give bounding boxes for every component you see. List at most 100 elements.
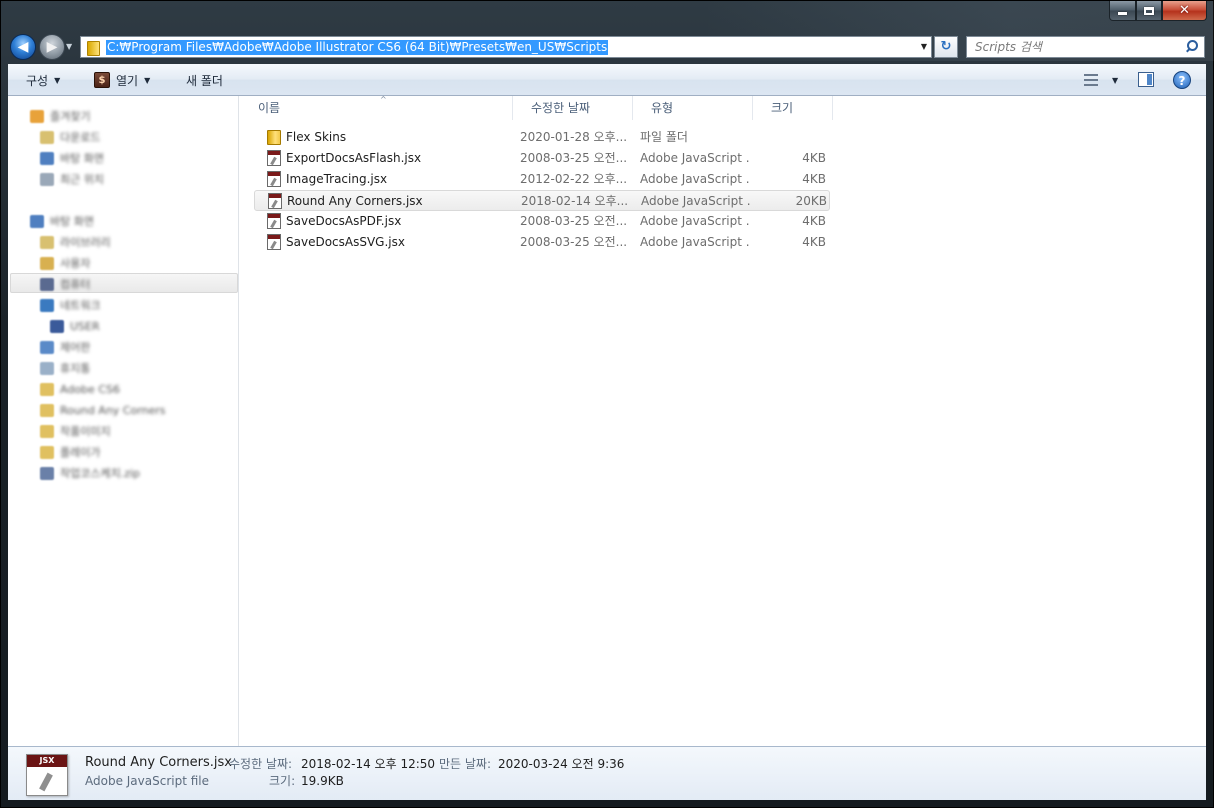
address-path[interactable]: C:₩Program Files₩Adobe₩Adobe Illustrator… [106,39,609,55]
sidebar-item-label: 네트워크 [60,299,101,312]
column-header-modified[interactable]: 수정한 날짜 [513,96,633,120]
folder-icon [267,130,281,145]
sidebar-item-label: 다운로드 [60,131,101,144]
sidebar-item-icon [40,361,54,375]
file-name: ImageTracing.jsx [286,172,388,186]
recent-locations-dropdown-icon[interactable]: ▼ [66,43,74,51]
maximize-button[interactable] [1136,1,1162,21]
details-modified-value: 2018-02-14 오후 12:50 [301,757,436,771]
file-row[interactable]: Flex Skins 2020-01-28 오후... 파일 폴더 [254,127,830,148]
sidebar-item[interactable]: Round Any Corners [40,400,166,420]
search-box[interactable] [966,36,1205,58]
forward-button[interactable]: ▶ [39,34,65,60]
sidebar-item-label: 바탕 화면 [50,215,94,228]
sidebar-item[interactable]: 바탕 화면 [40,148,104,168]
sidebar-item[interactable]: 작업코스케치.zip [40,463,140,483]
address-dropdown-icon[interactable]: ▼ [919,40,929,54]
sidebar-item-label: 바탕 화면 [60,152,104,165]
sidebar-item-label: USER [70,319,100,333]
open-app-icon: $ [94,72,110,88]
maximize-icon [1144,6,1154,15]
sidebar-item[interactable]: 사용자 [40,253,90,273]
forward-arrow-icon: ▶ [46,39,58,55]
main-area: 즐겨찾기 다운로드 바탕 화면 최근 위치 바탕 화면 라이브러리 사용자 컴퓨터 네트워크 US… [8,96,1206,746]
sidebar-item-label: 컴퓨터 [60,278,91,291]
sidebar-item[interactable]: Adobe CS6 [40,379,120,399]
file-name: SaveDocsAsSVG.jsx [286,235,405,249]
sidebar-item-icon [40,298,54,312]
jsx-file-icon [267,213,281,229]
script-pen-icon [39,772,53,792]
sidebar-item[interactable]: 최근 위치 [40,169,104,189]
column-header-size-label: 크기 [771,101,794,115]
details-pane: JSX Round Any Corners.jsx Adobe JavaScri… [8,746,1206,800]
close-button[interactable]: ✕ [1162,1,1207,21]
jsx-file-icon [267,234,281,250]
navigation-pane: 즐겨찾기 다운로드 바탕 화면 최근 위치 바탕 화면 라이브러리 사용자 컴퓨터 네트워크 US… [8,96,239,746]
file-row[interactable]: ExportDocsAsFlash.jsx 2008-03-25 오전... Ado… [254,148,830,169]
sidebar-item-label: 사용자 [60,257,91,270]
file-row[interactable]: ImageTracing.jsx 2012-02-22 오후... Adobe Ja… [254,169,830,190]
sidebar-item-icon [40,151,54,165]
chevron-down-icon: ▼ [144,75,151,85]
details-size-label: 크기: [269,774,296,788]
file-name: ExportDocsAsFlash.jsx [286,151,422,165]
sidebar-item-icon [40,235,54,249]
navigation-bar: ◀ ▶ ▼ C:₩Program Files₩Adobe₩Adobe Illus… [1,29,1214,65]
sidebar-item[interactable]: 휴지통 [40,358,90,378]
file-name: Round Any Corners.jsx [287,194,423,208]
search-icon[interactable] [1183,38,1201,56]
file-modified-date: 2008-03-25 오전... [520,235,628,249]
sidebar-item[interactable]: 네트워크 [40,295,100,315]
file-name: SaveDocsAsPDF.jsx [286,214,402,228]
sidebar-item[interactable]: USER [50,316,100,336]
minimize-button[interactable] [1109,1,1136,21]
file-row[interactable]: SaveDocsAsPDF.jsx 2008-03-25 오전... Adobe J… [254,211,830,232]
sidebar-item[interactable]: 컴퓨터 [40,274,90,294]
sidebar-item-icon [40,403,54,417]
sidebar-item-label: 휴지통 [60,362,91,375]
sidebar-item[interactable]: 라이브러리 [40,232,111,252]
file-type: 파일 폴더 [640,130,688,144]
address-bar[interactable]: C:₩Program Files₩Adobe₩Adobe Illustrator… [80,36,932,58]
column-header-name[interactable]: 이름 ^ [240,96,513,120]
details-created-value: 2020-03-24 오전 9:36 [498,757,625,771]
view-options-dropdown[interactable]: ▼ [1106,71,1118,89]
sidebar-item[interactable]: 바탕 화면 [30,211,94,231]
sidebar-item[interactable]: 제어판 [40,337,90,357]
file-type: Adobe JavaScript ... [641,194,751,208]
sidebar-item-label: 즐겨찾기 [50,110,91,123]
sidebar-item[interactable]: 다운로드 [40,127,100,147]
file-size: 4KB [802,172,826,186]
view-options-icon[interactable] [1084,73,1100,87]
search-input[interactable] [967,38,1183,56]
file-row[interactable]: Round Any Corners.jsx 2018-02-14 오후... Ado… [254,190,830,211]
sidebar-item[interactable]: 즐겨찾기 [30,106,90,126]
file-row[interactable]: SaveDocsAsSVG.jsx 2008-03-25 오전... Adobe J… [254,232,830,253]
organize-button[interactable]: 구성 ▼ [26,71,60,89]
preview-pane-icon[interactable] [1138,72,1154,87]
sidebar-item[interactable]: 플레이가 [40,442,100,462]
file-name: Flex Skins [286,130,347,144]
sidebar-item[interactable]: 작품이미지 [40,421,111,441]
help-icon[interactable]: ? [1173,71,1191,89]
file-modified-date: 2008-03-25 오전... [520,214,628,228]
sidebar-item-label: 제어판 [60,341,91,354]
sidebar-item-label: Adobe CS6 [60,382,120,396]
open-button[interactable]: $ 열기 ▼ [94,71,150,89]
sidebar-item-label: 작업코스케치.zip [60,467,141,480]
back-button[interactable]: ◀ [10,34,36,60]
sidebar-item-icon [40,466,54,480]
new-folder-button[interactable]: 새 폴더 [186,71,223,89]
column-header-type[interactable]: 유형 [633,96,753,120]
column-header-size[interactable]: 크기 [753,96,833,120]
details-size-value: 19.9KB [301,774,344,788]
sidebar-item-icon [40,382,54,396]
jsx-file-icon [268,193,282,209]
minimize-icon [1118,12,1127,15]
refresh-button[interactable]: ↻ [934,36,958,58]
new-folder-label: 새 폴더 [186,73,223,88]
column-headers: 이름 ^ 수정한 날짜 유형 크기 [240,96,1206,120]
file-size: 4KB [802,151,826,165]
jsx-icon-band: JSX [27,755,67,767]
